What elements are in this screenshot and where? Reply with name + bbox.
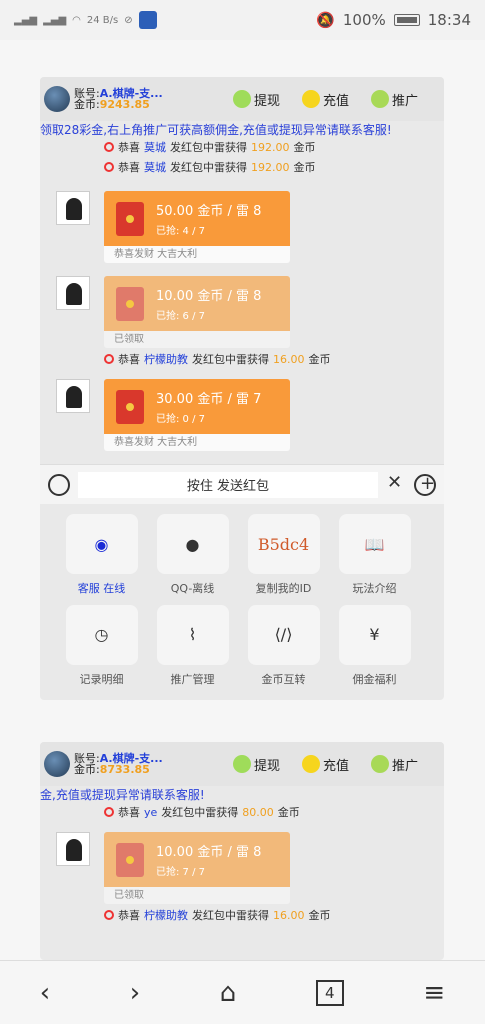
tabs-button[interactable]: 4: [315, 979, 344, 1006]
tool-copy-id[interactable]: B5dc4 复制我的ID: [238, 514, 329, 599]
chat-icon[interactable]: [48, 473, 70, 496]
win-notice: 恭喜 莫城 发红包中雷获得 192.00 金币: [40, 157, 444, 177]
coin-balance: 9243.85: [99, 98, 150, 111]
red-packet-card[interactable]: 10.00 金币 / 雷 8 已抢: 7 / 7 已领取: [104, 832, 290, 904]
win-notice: 恭喜 莫城 发红包中雷获得 192.00 金币: [40, 137, 444, 157]
packet-footer: 恭喜发财 大吉大利: [104, 246, 290, 263]
sender-avatar[interactable]: [56, 832, 90, 866]
recharge-icon: [301, 755, 320, 773]
panel-header: 账号:A.棋牌-支... 金币:9243.85 提现 充值 推广: [40, 77, 444, 121]
packet-footer: 已领取: [104, 331, 290, 348]
recharge-icon: [301, 90, 320, 108]
clock: 18:34: [427, 11, 471, 29]
promote-button[interactable]: 推广: [370, 755, 418, 774]
book-icon: 📖: [364, 534, 385, 554]
app-panel-1: 账号:A.棋牌-支... 金币:9243.85 提现 充值 推广 领取28彩金,…: [40, 77, 444, 700]
menu-icon[interactable]: ≡: [423, 978, 445, 1008]
sender-avatar[interactable]: [56, 379, 90, 413]
red-envelope-icon: [116, 389, 144, 424]
coin-balance: 8733.85: [99, 763, 150, 776]
tool-transfer[interactable]: ⟨/⟩ 金币互转: [238, 604, 329, 690]
red-packet-card[interactable]: 50.00 金币 / 雷 8 已抢: 4 / 7 恭喜发财 大吉大利: [104, 191, 290, 263]
page-content: 账号:A.棋牌-支... 金币:9243.85 提现 充值 推广 领取28彩金,…: [0, 40, 485, 960]
app-panel-2: 账号:A.棋牌-支... 金币:8733.85 提现 充值 推广 金,充值或提现…: [40, 742, 444, 960]
back-icon[interactable]: ‹: [40, 978, 50, 1008]
forward-icon[interactable]: ›: [130, 978, 140, 1008]
promote-icon: [370, 755, 389, 773]
red-envelope-icon: [116, 842, 144, 877]
sender-avatar[interactable]: [56, 276, 90, 310]
send-redpacket-button[interactable]: 按住 发送红包: [78, 471, 378, 498]
account-info: 账号:A.棋牌-支... 金币:9243.85: [74, 87, 163, 111]
home-icon[interactable]: ⌂: [220, 978, 237, 1008]
packet-footer: 恭喜发财 大吉大利: [104, 434, 290, 451]
withdraw-icon: [232, 755, 251, 773]
panel-header: 账号:A.棋牌-支... 金币:8733.85 提现 充值 推广: [40, 742, 444, 786]
compass-icon: ◉: [94, 534, 109, 554]
announcement-marquee: 金,充值或提现异常请联系客服!: [40, 788, 205, 802]
signal-group: ▂▄▆ ▂▄▆ ◠ 24 B/s ⊘: [14, 11, 157, 29]
sender-avatar[interactable]: [56, 191, 90, 225]
packet-amount: 30.00 金币 / 雷 7: [156, 392, 262, 407]
tools-icon[interactable]: [386, 472, 406, 495]
code-icon: ⟨/⟩: [274, 625, 293, 644]
battery-icon: [393, 14, 420, 26]
red-envelope-icon: [116, 201, 144, 236]
withdraw-button[interactable]: 提现: [232, 755, 280, 774]
promote-button[interactable]: 推广: [370, 90, 418, 109]
tool-rules[interactable]: 📖 玩法介绍: [329, 514, 420, 599]
qq-icon: ●: [185, 534, 200, 554]
red-packet-card[interactable]: 30.00 金币 / 雷 7 已抢: 0 / 7 恭喜发财 大吉大利: [104, 379, 290, 451]
promote-icon: [370, 90, 389, 108]
packet-amount: 50.00 金币 / 雷 8: [156, 204, 262, 219]
clock-icon: ◷: [94, 625, 109, 644]
avatar[interactable]: [44, 86, 70, 112]
avatar[interactable]: [44, 751, 70, 777]
tool-customer-service[interactable]: ◉ 客服 在线: [56, 514, 147, 599]
announcement-marquee: 领取28彩金,右上角推广可获高额佣金,充值或提现异常请联系客服!: [40, 123, 392, 137]
tool-qq[interactable]: ● QQ-离线: [147, 514, 238, 599]
yen-icon: ¥: [369, 625, 380, 644]
tool-commission[interactable]: ¥ 佣金福利: [329, 604, 420, 690]
recharge-button[interactable]: 充值: [301, 755, 349, 774]
status-bar: ▂▄▆ ▂▄▆ ◠ 24 B/s ⊘ 🔕 100% 18:34: [0, 0, 485, 40]
withdraw-button[interactable]: 提现: [232, 90, 280, 109]
tool-records[interactable]: ◷ 记录明细: [56, 604, 147, 690]
browser-bottom-nav: ‹ › ⌂ 4 ≡: [0, 960, 485, 1024]
redpacket-icon: [104, 162, 114, 172]
signal-icon-2: ▂▄▆: [43, 14, 67, 26]
chat-message: 10.00 金币 / 雷 8 已抢: 7 / 7 已领取: [40, 832, 444, 917]
app-notification-icon: [138, 11, 157, 29]
tool-grid: ◉ 客服 在线 ● QQ-离线 B5dc4 复制我的ID 📖 玩法介绍 ◷ 记录…: [40, 504, 444, 689]
plus-icon[interactable]: [414, 473, 436, 496]
chat-message: 30.00 金币 / 雷 7 已抢: 0 / 7 恭喜发财 大吉大利: [40, 379, 444, 464]
id-code: B5dc4: [257, 534, 310, 554]
withdraw-icon: [232, 90, 251, 108]
packet-grabbed: 已抢: 7 / 7: [156, 867, 205, 878]
red-packet-card[interactable]: 10.00 金币 / 雷 8 已抢: 6 / 7 已领取: [104, 276, 290, 348]
signal-icon: ▂▄▆: [14, 14, 38, 26]
packet-grabbed: 已抢: 6 / 7: [156, 311, 205, 322]
wifi-icon: ◠: [72, 14, 81, 26]
recharge-button[interactable]: 充值: [301, 90, 349, 109]
redpacket-icon: [104, 142, 114, 152]
redpacket-icon: [104, 807, 114, 817]
pulse-icon: ⌇: [188, 625, 197, 644]
win-notice: 恭喜 ye 发红包中雷获得 80.00 金币: [40, 802, 444, 822]
packet-grabbed: 已抢: 4 / 7: [156, 226, 205, 237]
battery-percent: 100%: [342, 11, 386, 29]
input-bar: 按住 发送红包: [40, 464, 444, 504]
network-speed: 24 B/s: [86, 14, 119, 26]
packet-amount: 10.00 金币 / 雷 8: [156, 289, 262, 304]
chat-message: 50.00 金币 / 雷 8 已抢: 4 / 7 恭喜发财 大吉大利: [40, 191, 444, 276]
packet-footer: 已领取: [104, 887, 290, 904]
tool-promotion[interactable]: ⌇ 推广管理: [147, 604, 238, 690]
account-info: 账号:A.棋牌-支... 金币:8733.85: [74, 752, 163, 776]
packet-grabbed: 已抢: 0 / 7: [156, 414, 205, 425]
block-icon: ⊘: [124, 14, 133, 26]
chat-message: 10.00 金币 / 雷 8 已抢: 6 / 7 已领取: [40, 276, 444, 361]
packet-amount: 10.00 金币 / 雷 8: [156, 845, 262, 860]
mute-icon: 🔕: [316, 11, 335, 29]
red-envelope-icon: [116, 286, 144, 321]
